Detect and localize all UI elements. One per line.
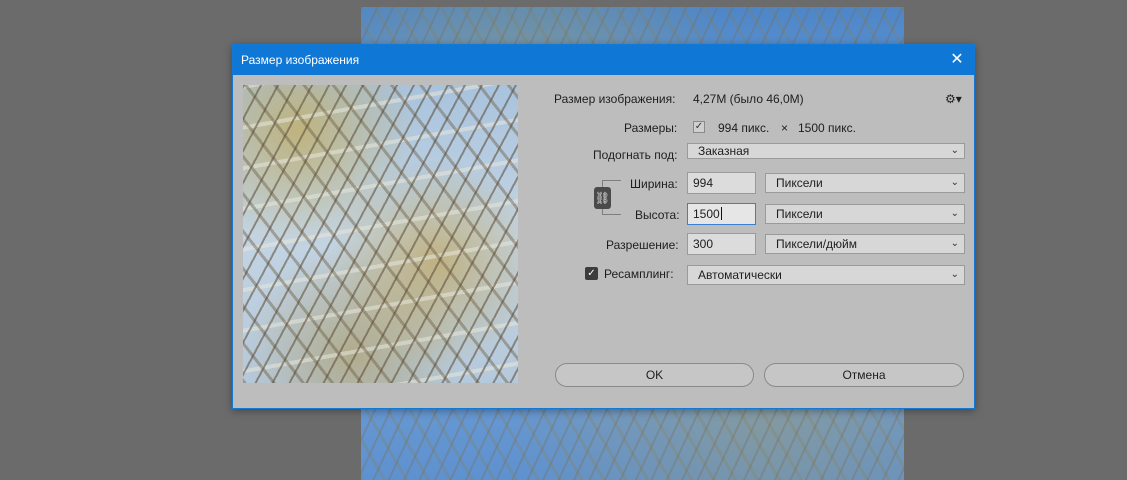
- image-size-label: Размер изображения:: [554, 92, 676, 106]
- dialog-titlebar[interactable]: Размер изображения ✕: [233, 45, 974, 75]
- dimensions-times: ×: [781, 121, 789, 135]
- height-label: Высота:: [635, 208, 680, 222]
- resolution-label: Разрешение:: [606, 238, 679, 252]
- image-preview[interactable]: [243, 85, 518, 383]
- chevron-down-icon: ⌄: [950, 238, 959, 249]
- width-label: Ширина:: [630, 177, 678, 191]
- chevron-down-icon: ⌄: [950, 208, 959, 219]
- image-size-value: 4,27M (было 46,0M): [693, 92, 804, 106]
- resolution-unit-selected: Пиксели/дюйм: [776, 237, 857, 251]
- cancel-button[interactable]: Отмена: [764, 363, 964, 387]
- width-unit-selected: Пиксели: [776, 176, 823, 190]
- height-input[interactable]: 1500: [687, 203, 756, 225]
- image-size-dialog: Размер изображения ✕ Размер изображения:…: [232, 44, 975, 409]
- width-unit-select[interactable]: Пиксели ⌄: [765, 173, 965, 193]
- ok-button[interactable]: OK: [555, 363, 754, 387]
- chevron-down-icon: ⌄: [950, 269, 959, 280]
- dialog-title: Размер изображения: [241, 53, 360, 67]
- resample-label: Ресамплинг:: [604, 267, 674, 281]
- width-input[interactable]: 994: [687, 172, 756, 194]
- text-caret: [720, 207, 722, 220]
- fit-to-label: Подогнать под:: [593, 148, 678, 162]
- close-icon[interactable]: ✕: [946, 49, 968, 71]
- resolution-unit-select[interactable]: Пиксели/дюйм ⌄: [765, 234, 965, 254]
- gear-icon[interactable]: ⚙▾: [945, 92, 962, 106]
- dimensions-label: Размеры:: [624, 121, 678, 135]
- dimensions-dropdown-icon[interactable]: ✓: [693, 121, 705, 133]
- resample-selected: Автоматически: [698, 268, 782, 282]
- height-input-value: 1500: [693, 207, 720, 221]
- height-unit-selected: Пиксели: [776, 207, 823, 221]
- fit-to-select[interactable]: Заказная ⌄: [687, 143, 965, 159]
- resample-select[interactable]: Автоматически ⌄: [687, 265, 965, 285]
- chain-link-icon[interactable]: ⛓: [594, 187, 611, 209]
- chevron-down-icon: ⌄: [950, 177, 959, 188]
- dimensions-height: 1500 пикс.: [798, 121, 856, 135]
- fit-to-selected: Заказная: [698, 144, 750, 158]
- dimensions-width: 994 пикс.: [718, 121, 770, 135]
- height-unit-select[interactable]: Пиксели ⌄: [765, 204, 965, 224]
- resample-checkbox[interactable]: ✓: [585, 267, 598, 280]
- resolution-input[interactable]: 300: [687, 233, 756, 255]
- chevron-down-icon: ⌄: [950, 145, 959, 156]
